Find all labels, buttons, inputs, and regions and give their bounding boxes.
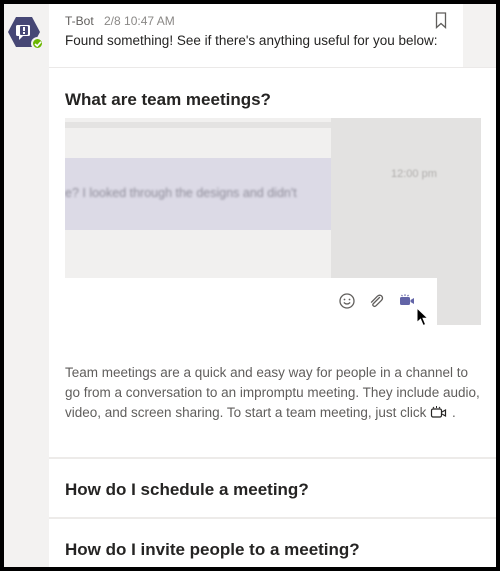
divider [49, 457, 496, 459]
preview-time: 12:00 pm [391, 168, 437, 180]
section-title-invite-people[interactable]: How do I invite people to a meeting? [65, 540, 360, 560]
preview-image: e? I looked through the designs and didn… [65, 118, 481, 325]
description-end: . [451, 405, 456, 420]
preview-compose-box [65, 278, 437, 325]
bookmark-icon[interactable] [435, 12, 447, 29]
answer-card: What are team meetings? e? I looked thro… [49, 67, 496, 567]
video-camera-icon [398, 292, 416, 310]
preview-divider [65, 122, 331, 128]
section-title-schedule-meeting[interactable]: How do I schedule a meeting? [65, 480, 309, 500]
preview-message-text: e? I looked through the designs and didn… [65, 186, 297, 200]
available-check-icon [31, 37, 44, 50]
chat-pane: T-Bot 2/8 10:47 AM Found something! See … [4, 4, 496, 567]
divider [49, 517, 496, 519]
description-text: Team meetings are a quick and easy way f… [65, 365, 480, 420]
mouse-pointer-icon [416, 306, 430, 325]
message-header: T-Bot 2/8 10:47 AM Found something! See … [49, 4, 463, 68]
section-title-team-meetings[interactable]: What are team meetings? [65, 90, 271, 110]
section-description: Team meetings are a quick and easy way f… [65, 363, 485, 423]
video-camera-icon [430, 405, 448, 420]
message-timestamp: 2/8 10:47 AM [104, 14, 175, 28]
bot-avatar[interactable] [7, 15, 44, 51]
paperclip-icon [367, 292, 385, 310]
sender-name[interactable]: T-Bot [65, 14, 94, 28]
emoji-icon [338, 292, 356, 310]
message-text: Found something! See if there's anything… [65, 33, 438, 48]
